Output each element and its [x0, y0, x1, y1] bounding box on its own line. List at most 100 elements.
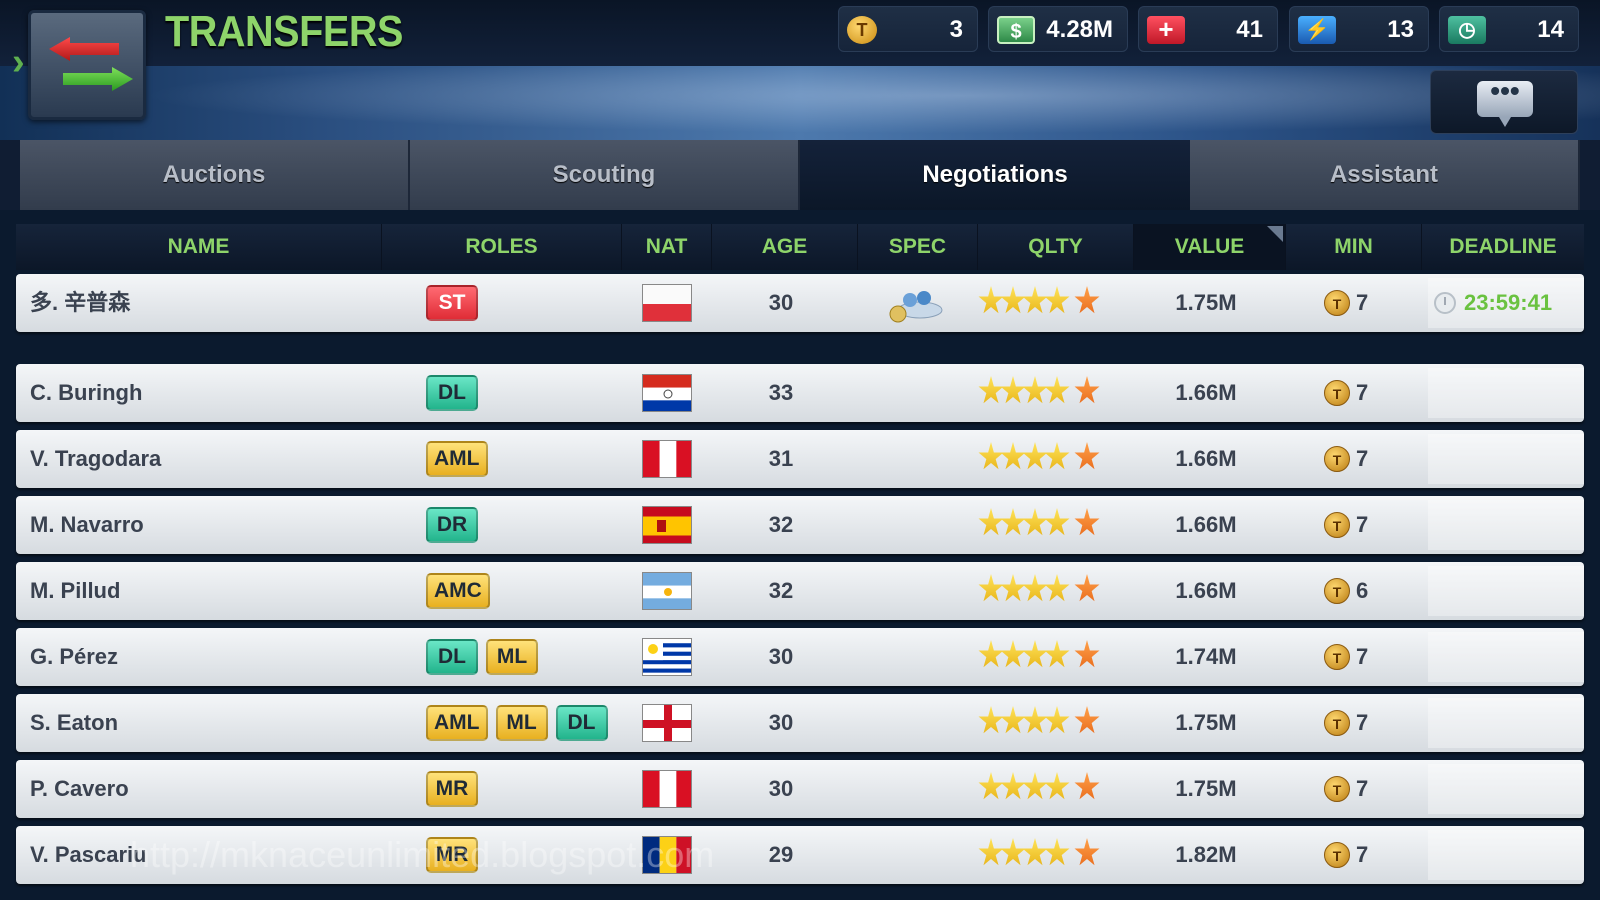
table-row[interactable]: 多. 辛普森 ST 30 1.75M T 7 23:59:41: [16, 274, 1584, 332]
player-name: M. Navarro: [30, 512, 144, 537]
token-coin-icon: T: [1324, 578, 1350, 604]
column-header-roles[interactable]: ROLES: [382, 224, 622, 270]
table-row[interactable]: C. Buringh DL 33 1.66M T 7: [16, 364, 1584, 422]
currency-chip[interactable]: ◷ 14: [1439, 6, 1579, 52]
currency-chip[interactable]: $4.28M: [988, 6, 1128, 52]
star-icon: [1044, 640, 1070, 668]
column-header-min[interactable]: MIN: [1286, 224, 1422, 270]
column-header-value[interactable]: VALUE: [1134, 224, 1286, 270]
player-age: 30: [768, 644, 794, 669]
star-icon: [1044, 706, 1070, 734]
player-age: 30: [768, 710, 794, 735]
token-coin-icon: T: [1324, 512, 1350, 538]
half-star-icon: [1074, 772, 1100, 800]
chat-button[interactable]: •••: [1430, 70, 1578, 134]
player-roles: ST: [426, 285, 486, 321]
player-name: P. Cavero: [30, 776, 129, 801]
token-coin-icon: T: [1324, 842, 1350, 868]
currency-chip[interactable]: +41: [1138, 6, 1278, 52]
player-age: 32: [768, 578, 794, 603]
half-star-icon: [1074, 574, 1100, 602]
table-row[interactable]: S. Eaton AML ML DL 30 1.75M T 7: [16, 694, 1584, 752]
star-icon: [1022, 574, 1048, 602]
minimum-bid: 7: [1356, 776, 1369, 801]
star-icon: [978, 442, 1004, 470]
quality-stars: [978, 286, 1100, 322]
currency-value: 4.28M: [1046, 16, 1113, 43]
table-row[interactable]: M. Pillud AMC 32 1.66M T 6: [16, 562, 1584, 620]
player-name: G. Pérez: [30, 644, 119, 669]
column-header-age[interactable]: AGE: [712, 224, 858, 270]
paraguay-flag-icon: [642, 374, 692, 412]
tab-bar: Auctions Scouting Negotiations Assistant: [0, 140, 1600, 210]
tab-auctions[interactable]: Auctions: [20, 140, 410, 210]
star-icon: [1044, 376, 1070, 404]
star-icon: [978, 574, 1004, 602]
minimum-bid: 7: [1356, 290, 1369, 315]
quality-stars: [978, 442, 1100, 478]
minimum-bid: 6: [1356, 578, 1369, 603]
column-header-deadline[interactable]: DEADLINE: [1422, 224, 1584, 270]
star-icon: [1022, 706, 1048, 734]
player-age: 33: [768, 380, 794, 405]
quality-stars: [978, 376, 1100, 412]
star-icon: [978, 838, 1004, 866]
half-star-icon: [1074, 286, 1100, 314]
table-row[interactable]: M. Navarro DR 32 1.66M T 7: [16, 496, 1584, 554]
player-roles: AML ML DL: [426, 705, 616, 741]
player-roles: AMC: [426, 573, 498, 609]
role-badge: ML: [495, 705, 548, 741]
tab-negotiations[interactable]: Negotiations: [800, 140, 1190, 210]
star-icon: [978, 706, 1004, 734]
star-icon: [1044, 286, 1070, 314]
quality-stars: [978, 838, 1100, 874]
star-icon: [1022, 442, 1048, 470]
column-header-spec[interactable]: SPEC: [858, 224, 978, 270]
role-badge: DL: [426, 639, 478, 675]
player-value: 1.75M: [1175, 776, 1237, 801]
player-value: 1.66M: [1175, 512, 1237, 537]
transfers-logo-button[interactable]: [28, 10, 146, 120]
player-age: 32: [768, 512, 794, 537]
table-row[interactable]: G. Pérez DL ML 30 1.74M T 7: [16, 628, 1584, 686]
table-header: NAME ROLES NAT AGE SPEC QLTY VALUE MIN D…: [16, 224, 1584, 270]
role-badge: AML: [426, 705, 488, 741]
player-name: 多. 辛普森: [30, 290, 131, 315]
table-row[interactable]: V. Tragodara AML 31 1.66M T 7: [16, 430, 1584, 488]
watermark-text: http://mknaceunlimited.blogspot.com: [130, 834, 715, 875]
tab-scouting[interactable]: Scouting: [410, 140, 800, 210]
player-roles: DL: [426, 375, 486, 411]
tab-assistant[interactable]: Assistant: [1190, 140, 1580, 210]
token-coin-icon: T: [1324, 446, 1350, 472]
player-age: 29: [768, 842, 794, 867]
currency-chip[interactable]: ⚡ 13: [1289, 6, 1429, 52]
star-icon: [1022, 838, 1048, 866]
currency-value: 3: [949, 16, 963, 43]
token-coin-icon: T: [1324, 710, 1350, 736]
column-header-qlty[interactable]: QLTY: [978, 224, 1134, 270]
half-star-icon: [1074, 376, 1100, 404]
token-coin-icon: T: [1324, 290, 1350, 316]
table-row[interactable]: P. Cavero MR 30 1.75M T 7: [16, 760, 1584, 818]
energy-icon: ⚡: [1298, 16, 1336, 44]
star-icon: [1044, 838, 1070, 866]
role-badge: ST: [426, 285, 478, 321]
player-value: 1.82M: [1175, 842, 1237, 867]
training-icon: ◷: [1448, 16, 1486, 44]
star-icon: [1022, 508, 1048, 536]
column-header-name[interactable]: NAME: [16, 224, 382, 270]
back-chevron-icon[interactable]: ›: [12, 40, 26, 84]
player-age: 30: [768, 290, 794, 315]
quality-stars: [978, 640, 1100, 676]
star-icon: [1000, 574, 1026, 602]
player-roles: DL ML: [426, 639, 546, 675]
currency-chip[interactable]: T3: [838, 6, 978, 52]
specialty-icon: [886, 284, 944, 324]
star-icon: [1000, 442, 1026, 470]
half-star-icon: [1074, 442, 1100, 470]
half-star-icon: [1074, 838, 1100, 866]
minimum-bid: 7: [1356, 842, 1369, 867]
poland-flag-icon: [642, 284, 692, 322]
column-header-nat[interactable]: NAT: [622, 224, 712, 270]
currency-value: 41: [1236, 16, 1263, 43]
